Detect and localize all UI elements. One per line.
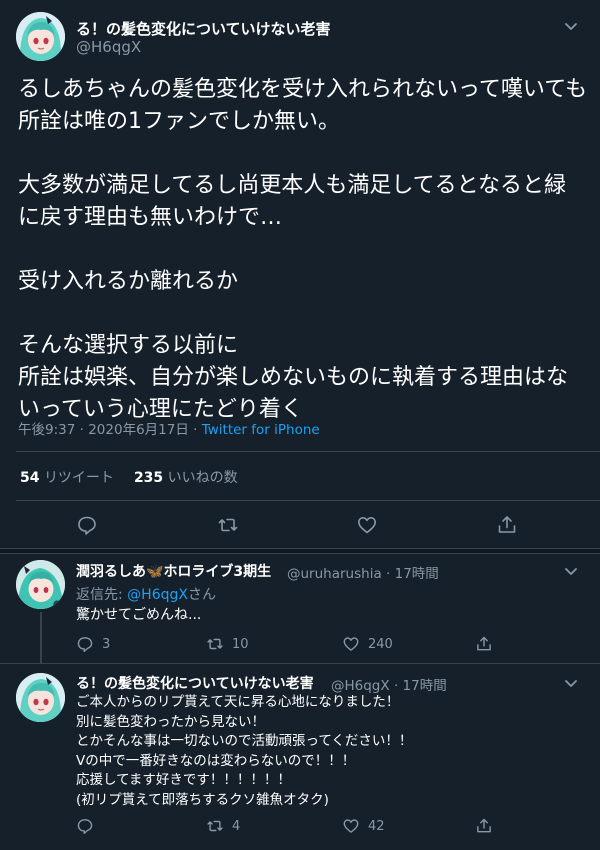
tweet-meta: 午後9:37 · 2020年6月17日 · Twitter for iPhone [18,418,320,438]
tweet-time[interactable]: 午後9:37 [18,422,75,438]
reply-button[interactable] [76,817,102,835]
retweet-icon[interactable] [217,514,239,536]
divider [0,663,600,664]
retweets-label: リツイート [43,470,114,486]
retweet-icon [207,820,223,832]
avatar[interactable] [16,12,65,61]
like-button[interactable]: 240 [342,635,393,653]
chevron-down-icon[interactable] [562,562,580,580]
divider [16,451,600,452]
butterfly-icon: 🦋 [146,564,164,580]
retweets-count: 54 [20,470,40,486]
main-tweet: る！の髪色変化についていけない老害 @H6qgX るしあちゃんの髪色変化を受け入… [0,0,600,548]
reply-header-meta: @H6qgX · 17時間 [331,674,447,694]
retweet-button[interactable]: 4 [206,817,240,835]
reply-count: 3 [102,636,111,652]
retweet-count: 4 [232,818,241,834]
chevron-down-icon[interactable] [562,674,580,692]
tweet-stats: 54 リツイート 235 いいねの数 [20,467,238,487]
avatar[interactable] [16,673,65,722]
reply-time[interactable]: 17時間 [403,678,447,694]
meta-separator: · [393,678,399,694]
meta-separator: · [386,566,391,582]
display-name[interactable]: 潤羽るしあ🦋ホロライブ3期生 [76,561,271,581]
share-icon [477,636,491,651]
meta-separator: · [79,422,84,438]
reply-icon [77,819,93,835]
handle[interactable]: @H6qgX [331,678,390,694]
divider [16,500,600,501]
retweet-icon [207,638,223,650]
display-name[interactable]: る！の髪色変化についていけない老害 [76,673,314,693]
likes-label: いいねの数 [167,470,238,486]
retweet-button[interactable]: 10 [206,635,249,653]
tweet-source-link[interactable]: Twitter for iPhone [202,422,320,438]
replying-to: 返信先: @H6qgXさん [76,584,216,604]
like-button[interactable]: 42 [342,817,385,835]
section-separator [0,548,600,554]
display-name[interactable]: る！の髪色変化についていけない老害 [76,18,331,39]
reply-text: 驚かせてごめんね... [76,607,202,623]
display-name-part: ホロライブ3期生 [163,564,272,580]
replying-to-handle[interactable]: @H6qgX [127,587,188,603]
reply-header-meta: @uruharushia · 17時間 [287,562,439,582]
tweet-text: るしあちゃんの髪色変化を受け入れられないって嘆いても所詮は唯の1ファンでしか無い… [18,77,588,422]
avatar[interactable] [16,560,65,609]
like-count: 42 [368,818,385,834]
reply-text: ご本人からのリプ貰えて天に昇る心地になりました！ 別に髪色変わったから見ない！ … [76,694,413,808]
like-icon [343,819,359,833]
retweet-count: 10 [232,636,249,652]
replying-to-suffix: さん [187,587,216,603]
share-button[interactable] [475,817,501,835]
share-icon [477,818,491,833]
handle[interactable]: @H6qgX [76,38,141,56]
share-icon[interactable] [496,514,518,536]
display-name-part: 潤羽るしあ [76,564,146,580]
replying-to-prefix: 返信先: [76,587,128,603]
like-icon [343,637,359,651]
tweet-date[interactable]: 2020年6月17日 [88,422,189,438]
likes-stat[interactable]: 235 いいねの数 [134,470,238,486]
like-count: 240 [368,636,393,652]
thread-line [40,612,42,664]
share-button[interactable] [475,635,501,653]
likes-count: 235 [133,470,164,486]
reply-button[interactable]: 3 [76,635,110,653]
reply-icon [77,637,93,653]
handle[interactable]: @uruharushia [287,566,382,582]
retweets-stat[interactable]: 54 リツイート [20,470,114,486]
chevron-down-icon[interactable] [562,17,580,35]
reply-icon[interactable] [76,514,98,536]
like-icon[interactable] [356,514,378,536]
reply-time[interactable]: 17時間 [395,566,439,582]
meta-separator: · [193,422,198,438]
